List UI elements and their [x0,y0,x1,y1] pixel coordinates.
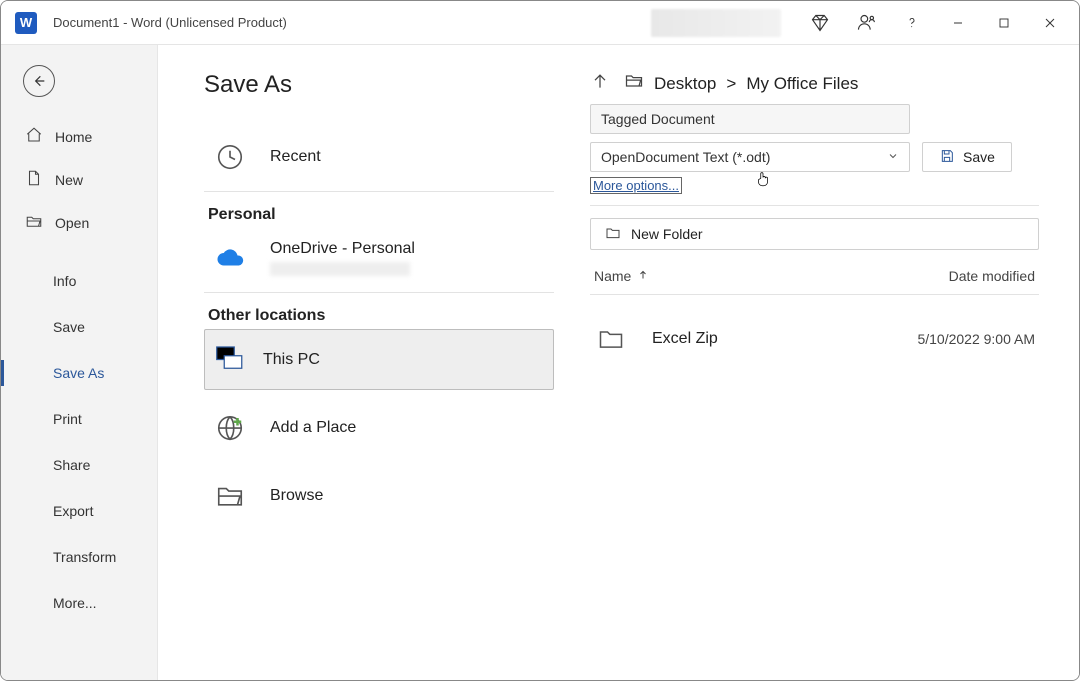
sidebar-item-open[interactable]: Open [1,201,157,244]
cursor-icon [754,175,772,192]
location-label: Browse [270,487,323,505]
sidebar-item-export[interactable]: Export [1,488,157,534]
section-other: Other locations [208,307,554,325]
globe-plus-icon [212,410,248,446]
home-icon [25,126,43,147]
save-button[interactable]: Save [922,142,1012,172]
sidebar-item-save-as[interactable]: Save As [1,350,157,396]
save-target-panel: Desktop > My Office Files OpenDocument T… [590,71,1039,660]
divider [590,205,1039,206]
account-area[interactable] [651,9,781,37]
filetype-select[interactable]: OpenDocument Text (*.odt) [590,142,910,172]
clock-icon [212,139,248,175]
sidebar-item-new[interactable]: New [1,158,157,201]
save-disk-icon [939,148,955,167]
save-label: Save [963,149,995,165]
cloud-icon [212,240,248,276]
back-button[interactable] [23,65,55,97]
breadcrumb-sep: > [726,74,736,94]
location-add-place[interactable]: Add a Place [204,394,554,462]
sidebar-item-more[interactable]: More... [1,580,157,626]
document-icon [25,169,43,190]
breadcrumb-leaf: My Office Files [746,74,858,94]
title-bar: W Document1 - Word (Unlicensed Product) [1,1,1079,45]
sidebar-item-save[interactable]: Save [1,304,157,350]
new-folder-icon [605,225,621,244]
column-date[interactable]: Date modified [949,268,1035,284]
new-folder-button[interactable]: New Folder [590,218,1039,250]
new-folder-label: New Folder [631,226,703,242]
folder-icon [594,325,628,353]
minimize-button[interactable] [935,1,981,45]
location-label: Recent [270,148,321,166]
this-pc-icon [213,342,243,377]
sidebar-item-info[interactable]: Info [1,258,157,304]
close-button[interactable] [1027,1,1073,45]
sidebar-item-print[interactable]: Print [1,396,157,442]
chevron-down-icon [887,149,899,165]
location-label: OneDrive - Personal [270,240,415,258]
sidebar-item-home[interactable]: Home [1,115,157,158]
location-browse[interactable]: Browse [204,462,554,530]
sidebar-item-transform[interactable]: Transform [1,534,157,580]
page-title: Save As [204,71,554,99]
maximize-button[interactable] [981,1,1027,45]
backstage-sidebar: Home New Open Info Save Save As Print Sh… [1,45,158,680]
sidebar-item-label: Open [55,215,89,231]
sidebar-item-label: Home [55,129,92,145]
up-arrow-icon[interactable] [590,71,610,96]
sort-asc-icon [637,268,649,284]
location-onedrive[interactable]: OneDrive - Personal [204,224,554,293]
breadcrumb-path[interactable]: Desktop > My Office Files [624,71,858,96]
location-this-pc[interactable]: This PC [204,329,554,390]
location-recent[interactable]: Recent [204,123,554,192]
file-date: 5/10/2022 9:00 AM [917,331,1035,347]
file-row[interactable]: Excel Zip 5/10/2022 9:00 AM [590,295,1039,383]
onedrive-account [270,262,410,276]
column-name[interactable]: Name [594,268,649,284]
diamond-icon[interactable] [797,1,843,45]
filetype-value: OpenDocument Text (*.odt) [601,149,770,165]
word-app-icon: W [15,12,37,34]
window-title: Document1 - Word (Unlicensed Product) [53,15,287,30]
account-icon[interactable] [843,1,889,45]
breadcrumb-root: Desktop [654,74,716,94]
folder-open-icon [25,212,43,233]
section-personal: Personal [208,206,554,224]
folder-open-icon [624,71,644,96]
more-options-link[interactable]: More options... [590,177,682,194]
file-name: Excel Zip [652,330,718,348]
sidebar-item-label: New [55,172,83,188]
location-panel: Save As Recent Personal OneDrive - Perso… [204,71,554,660]
location-label: Add a Place [270,419,356,437]
location-label: This PC [263,351,320,369]
folder-icon [212,478,248,514]
sidebar-item-share[interactable]: Share [1,442,157,488]
breadcrumb: Desktop > My Office Files [590,71,1039,96]
help-button[interactable] [889,1,935,45]
filename-input[interactable] [590,104,910,134]
file-list-header: Name Date modified [590,258,1039,295]
